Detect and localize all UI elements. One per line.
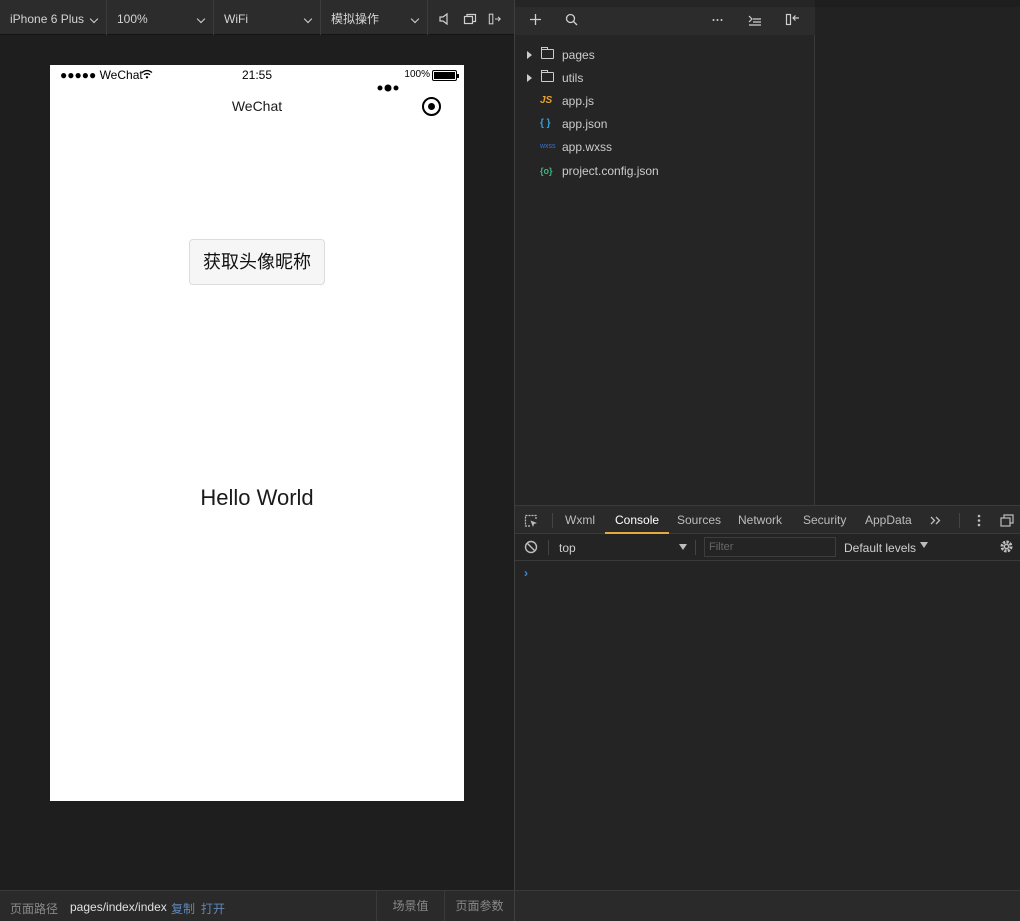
chevron-down-icon bbox=[410, 14, 420, 24]
tree-label: project.config.json bbox=[562, 164, 659, 178]
search-icon[interactable] bbox=[565, 13, 578, 26]
explorer-toolbar bbox=[515, 0, 815, 35]
clear-console-icon[interactable] bbox=[524, 540, 538, 554]
chevron-right-icon bbox=[527, 51, 532, 59]
tree-label: app.json bbox=[562, 117, 608, 131]
battery-level-fill bbox=[434, 72, 455, 79]
wxss-file-icon: wxss bbox=[540, 143, 556, 150]
toolbar-separator bbox=[548, 540, 549, 555]
operation-select-label: 模拟操作 bbox=[331, 12, 380, 26]
status-bar: ●●●●● WeChat 21:55 100% bbox=[50, 65, 464, 85]
more-dots-icon[interactable] bbox=[377, 84, 401, 92]
capsule-close-icon[interactable] bbox=[422, 97, 441, 116]
tree-file-app-wxss[interactable]: wxss app.wxss bbox=[515, 137, 815, 157]
network-select[interactable]: WiFi bbox=[214, 0, 321, 35]
page-path-value: pages/index/index bbox=[70, 900, 167, 914]
caret-down-icon bbox=[679, 544, 687, 550]
log-levels-select[interactable]: Default levels bbox=[844, 534, 934, 561]
tree-file-project-config[interactable]: {o} project.config.json bbox=[515, 161, 815, 181]
simulator-toolbar: iPhone 6 Plus 100% WiFi 模拟操作 bbox=[0, 0, 514, 35]
right-status-bar bbox=[515, 890, 1020, 921]
collapse-all-icon[interactable] bbox=[748, 13, 762, 26]
tree-folder-utils[interactable]: utils bbox=[515, 68, 815, 88]
hello-text: Hello World bbox=[200, 485, 314, 510]
device-select-label: iPhone 6 Plus bbox=[10, 12, 85, 26]
network-select-label: WiFi bbox=[224, 12, 248, 26]
chevron-down-icon bbox=[303, 14, 313, 24]
tab-console[interactable]: Console bbox=[605, 506, 670, 534]
page-path-bar: 页面路径 pages/index/index 复制 打开 场景值 页面参数 bbox=[0, 890, 514, 921]
json-file-icon: { } bbox=[540, 118, 551, 129]
tab-separator bbox=[959, 513, 960, 528]
detach-simulator-icon[interactable] bbox=[488, 12, 502, 26]
navigation-bar: WeChat bbox=[50, 85, 464, 129]
tab-appdata[interactable]: AppData bbox=[865, 506, 912, 534]
add-icon[interactable] bbox=[529, 13, 542, 26]
console-prompt[interactable]: › bbox=[524, 566, 528, 580]
tab-wxml[interactable]: Wxml bbox=[565, 506, 595, 534]
toggle-panel-icon[interactable] bbox=[785, 13, 800, 26]
rotate-icon[interactable] bbox=[463, 12, 477, 26]
device-select[interactable]: iPhone 6 Plus bbox=[0, 0, 107, 35]
phone-simulator: ●●●●● WeChat 21:55 100% WeChat 获取头像昵称 He… bbox=[50, 65, 464, 801]
devtools-panel: Wxml Console Sources Network Security Ap… bbox=[515, 505, 1020, 890]
js-file-icon: JS bbox=[540, 95, 553, 106]
chevron-down-icon bbox=[89, 14, 99, 24]
tree-label: app.wxss bbox=[562, 140, 613, 154]
caret-down-icon bbox=[920, 542, 928, 548]
tab-sources[interactable]: Sources bbox=[677, 506, 721, 534]
tree-label: pages bbox=[562, 48, 595, 62]
log-levels-label: Default levels bbox=[844, 541, 917, 555]
page-path-label: 页面路径 bbox=[10, 902, 59, 916]
volume-icon[interactable] bbox=[438, 12, 452, 26]
battery-icon bbox=[432, 70, 459, 81]
nav-title: WeChat bbox=[231, 98, 283, 114]
tree-label: utils bbox=[562, 71, 584, 85]
file-explorer: pages utils JS app.js { } app.json wxss … bbox=[515, 35, 815, 505]
chevron-down-icon bbox=[196, 14, 206, 24]
console-filter-input[interactable]: Filter bbox=[704, 537, 836, 557]
zoom-select[interactable]: 100% bbox=[107, 0, 214, 35]
page-query-button[interactable]: 页面参数 bbox=[444, 891, 514, 921]
toolbar-separator bbox=[695, 540, 696, 555]
operation-select[interactable]: 模拟操作 bbox=[321, 0, 428, 35]
inspect-element-icon[interactable] bbox=[524, 514, 538, 528]
scene-value-button[interactable]: 场景值 bbox=[376, 891, 444, 921]
folder-icon bbox=[541, 70, 554, 82]
tree-file-app-json[interactable]: { } app.json bbox=[515, 114, 815, 134]
context-select-label: top bbox=[559, 541, 576, 555]
tab-security[interactable]: Security bbox=[803, 506, 846, 534]
tab-separator bbox=[552, 513, 553, 528]
devtools-tabbar: Wxml Console Sources Network Security Ap… bbox=[515, 506, 1020, 534]
open-link[interactable]: 打开 bbox=[201, 900, 225, 917]
status-time: 21:55 bbox=[241, 68, 273, 82]
zoom-select-label: 100% bbox=[117, 12, 148, 26]
folder-icon bbox=[541, 47, 554, 59]
tab-network[interactable]: Network bbox=[738, 506, 782, 534]
gear-icon[interactable] bbox=[999, 539, 1014, 554]
more-tabs-icon[interactable] bbox=[930, 516, 941, 525]
kebab-menu-icon[interactable] bbox=[977, 514, 981, 527]
context-select[interactable]: top bbox=[555, 534, 690, 561]
get-profile-button[interactable]: 获取头像昵称 bbox=[189, 239, 325, 285]
console-toolbar: top Filter Default levels bbox=[515, 534, 1020, 561]
battery-percent: 100% bbox=[404, 69, 430, 80]
more-icon[interactable] bbox=[712, 18, 723, 22]
undock-icon[interactable] bbox=[1000, 514, 1014, 527]
editor-area bbox=[815, 7, 1020, 505]
tree-folder-pages[interactable]: pages bbox=[515, 45, 815, 65]
copy-link[interactable]: 复制 bbox=[171, 900, 195, 917]
tree-file-app-js[interactable]: JS app.js bbox=[515, 91, 815, 111]
chevron-right-icon bbox=[527, 74, 532, 82]
tree-label: app.js bbox=[562, 94, 595, 108]
config-file-icon: {o} bbox=[540, 166, 553, 176]
